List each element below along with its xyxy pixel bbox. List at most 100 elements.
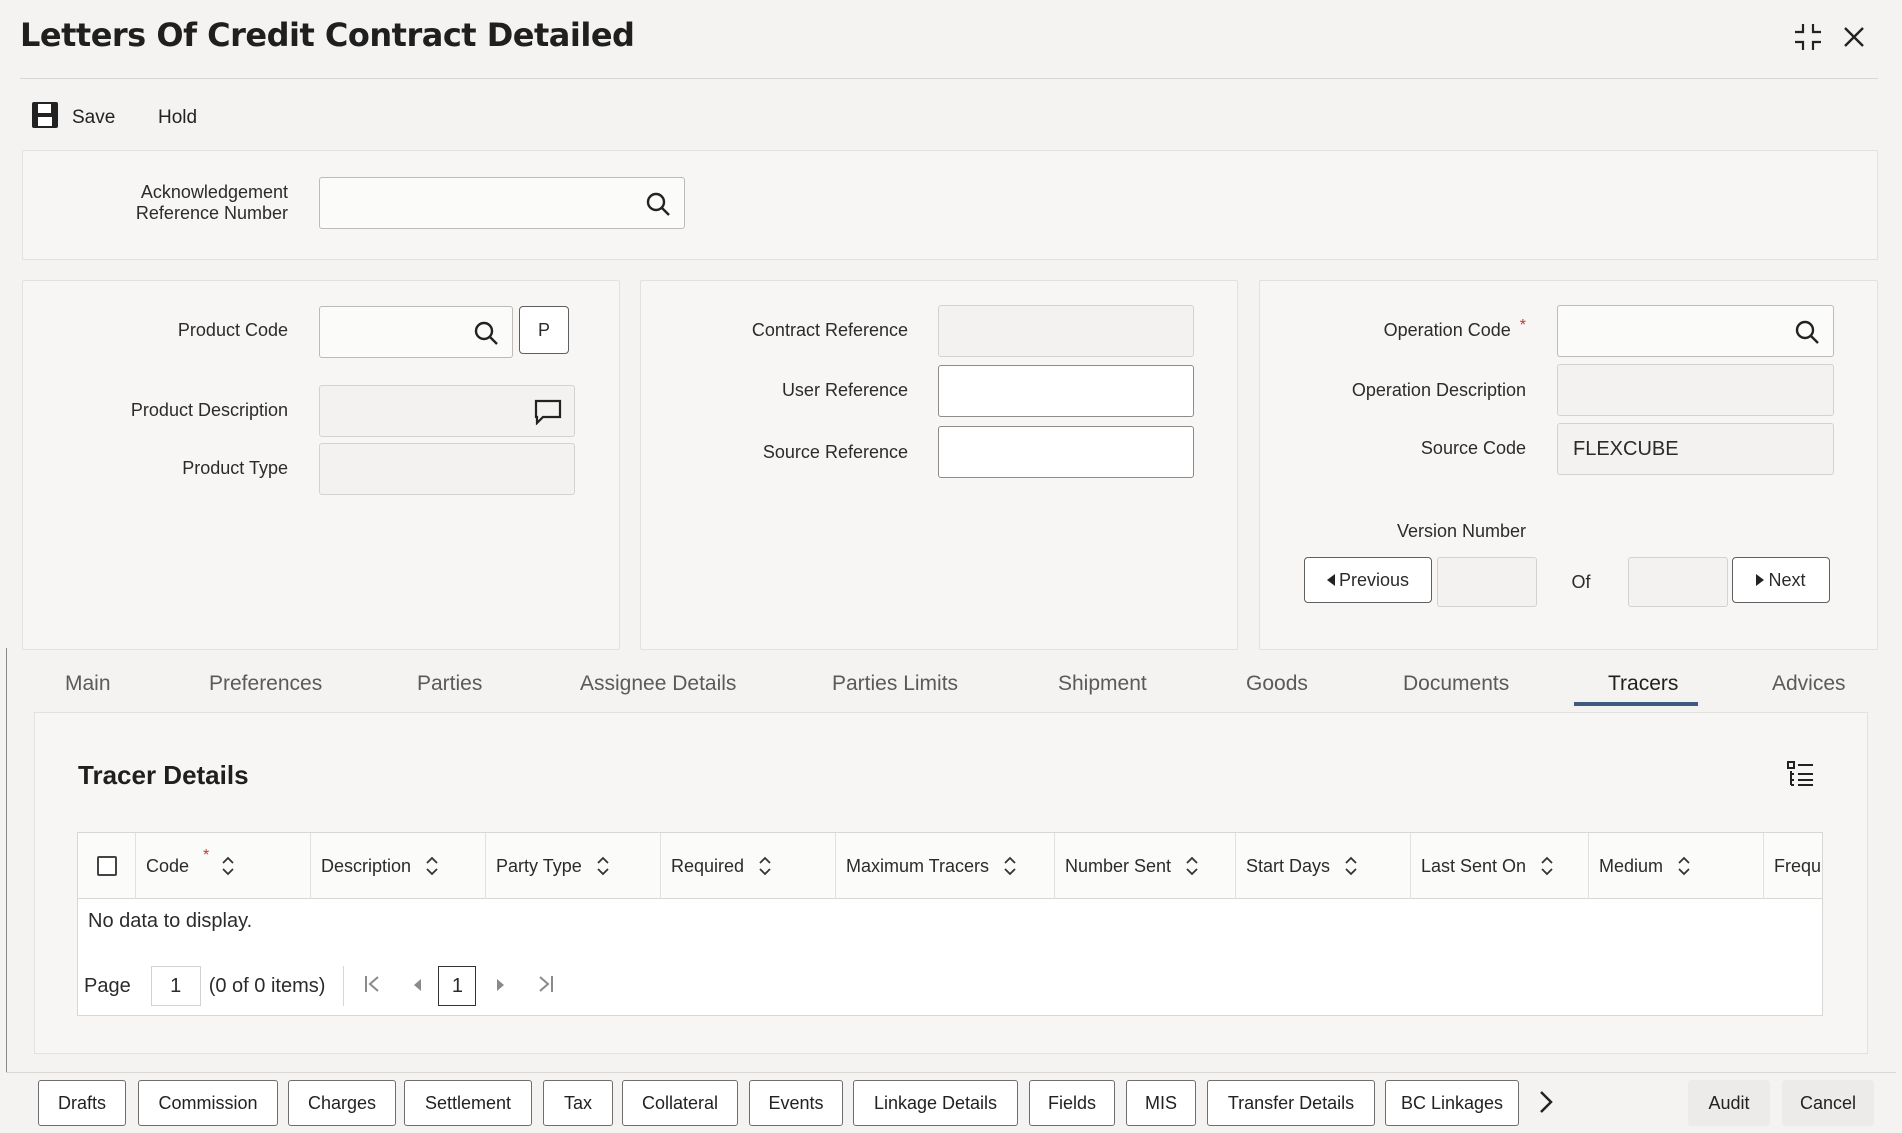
contract-reference-field (938, 305, 1194, 357)
column-code[interactable]: Code * (136, 833, 311, 899)
list-view-icon[interactable] (1786, 760, 1814, 788)
page-label: Page (84, 974, 131, 997)
product-p-button[interactable]: P (519, 306, 569, 354)
chevron-right-icon[interactable] (1538, 1090, 1558, 1116)
bc-linkages-button[interactable]: BC Linkages (1385, 1080, 1519, 1126)
tab-advices[interactable]: Advices (1772, 672, 1846, 696)
column-frequency[interactable]: Frequ (1764, 833, 1822, 899)
previous-button[interactable]: Previous (1304, 557, 1432, 603)
operation-description-field (1557, 364, 1834, 416)
ack-ref-label: Acknowledgement Reference Number (135, 182, 288, 223)
next-button[interactable]: Next (1732, 557, 1830, 603)
previous-page-icon[interactable] (412, 976, 422, 997)
sort-icon[interactable] (1344, 856, 1358, 876)
column-party-type[interactable]: Party Type (486, 833, 661, 899)
pager-divider (343, 966, 345, 1006)
search-icon[interactable] (472, 319, 500, 347)
settlement-button[interactable]: Settlement (404, 1080, 532, 1126)
source-reference-input[interactable] (938, 426, 1194, 478)
sort-icon[interactable] (221, 856, 235, 876)
sort-icon[interactable] (758, 856, 772, 876)
product-description-label: Product Description (130, 400, 288, 420)
tab-main[interactable]: Main (65, 672, 111, 696)
collateral-button[interactable]: Collateral (622, 1080, 738, 1126)
drafts-button[interactable]: Drafts (38, 1080, 126, 1126)
sort-icon[interactable] (1677, 856, 1691, 876)
fields-button[interactable]: Fields (1029, 1080, 1115, 1126)
close-icon[interactable] (1837, 20, 1871, 54)
tab-goods[interactable]: Goods (1246, 672, 1308, 696)
required-mark: * (1519, 317, 1526, 334)
search-icon[interactable] (1793, 318, 1821, 346)
source-code-field: FLEXCUBE (1557, 423, 1834, 475)
sort-icon[interactable] (596, 856, 610, 876)
tab-tracers[interactable]: Tracers (1608, 672, 1678, 696)
ack-ref-input[interactable] (319, 177, 685, 229)
tab-parties-limits[interactable]: Parties Limits (832, 672, 958, 696)
product-type-label: Product Type (182, 458, 288, 478)
hold-button[interactable]: Hold (158, 100, 197, 136)
page-title: Letters Of Credit Contract Detailed (20, 16, 635, 54)
product-description-field (319, 385, 575, 437)
caret-right-icon (1756, 570, 1765, 591)
source-reference-label: Source Reference (762, 442, 908, 462)
left-border-line (6, 648, 7, 1073)
save-button[interactable]: Save (30, 100, 115, 136)
column-medium[interactable]: Medium (1589, 833, 1764, 899)
save-icon (30, 100, 60, 136)
tab-assignee-details[interactable]: Assignee Details (580, 672, 736, 696)
column-description[interactable]: Description (311, 833, 486, 899)
contract-reference-label: Contract Reference (751, 320, 908, 340)
minimize-icon[interactable] (1791, 20, 1825, 54)
of-label: Of (1571, 572, 1591, 592)
sort-icon[interactable] (1185, 856, 1199, 876)
required-mark: * (203, 847, 210, 864)
audit-button[interactable]: Audit (1688, 1080, 1770, 1126)
version-number-label: Version Number (1396, 521, 1526, 541)
tracer-details-title: Tracer Details (78, 760, 249, 790)
cancel-button[interactable]: Cancel (1782, 1080, 1874, 1126)
select-all-checkbox[interactable] (96, 856, 117, 876)
product-code-input[interactable] (319, 306, 513, 358)
column-number-sent[interactable]: Number Sent (1055, 833, 1236, 899)
operation-code-label: Operation Code * (1383, 317, 1526, 340)
hold-label: Hold (158, 107, 198, 128)
version-current-field (1437, 557, 1537, 607)
transfer-details-button[interactable]: Transfer Details (1207, 1080, 1375, 1126)
pagination: Page 1 (0 of 0 items) 1 (84, 966, 554, 1006)
column-maximum-tracers[interactable]: Maximum Tracers (836, 833, 1055, 899)
tab-shipment[interactable]: Shipment (1058, 672, 1147, 696)
last-page-icon[interactable] (538, 975, 554, 998)
footer-divider (6, 1072, 1896, 1073)
sort-icon[interactable] (1003, 856, 1017, 876)
tab-preferences[interactable]: Preferences (209, 672, 322, 696)
no-data-message: No data to display. (88, 910, 253, 932)
events-button[interactable]: Events (749, 1080, 843, 1126)
tab-documents[interactable]: Documents (1403, 672, 1509, 696)
comment-icon[interactable] (534, 398, 562, 426)
current-page-button[interactable]: 1 (438, 966, 477, 1006)
header-divider (20, 78, 1878, 79)
tab-parties[interactable]: Parties (417, 672, 482, 696)
search-icon[interactable] (644, 190, 672, 218)
first-page-icon[interactable] (364, 975, 380, 998)
commission-button[interactable]: Commission (138, 1080, 278, 1126)
grid-header: Code * Description Party Type Required M… (78, 833, 1822, 899)
user-reference-label: User Reference (781, 380, 908, 400)
mis-button[interactable]: MIS (1126, 1080, 1196, 1126)
sort-icon[interactable] (425, 856, 439, 876)
next-page-icon[interactable] (496, 976, 506, 997)
column-start-days[interactable]: Start Days (1236, 833, 1411, 899)
version-total-field (1628, 557, 1728, 607)
select-all-column (78, 833, 136, 899)
user-reference-input[interactable] (938, 365, 1194, 417)
column-last-sent-on[interactable]: Last Sent On (1411, 833, 1589, 899)
linkage-details-button[interactable]: Linkage Details (853, 1080, 1018, 1126)
save-label: Save (72, 107, 116, 128)
sort-icon[interactable] (1540, 856, 1554, 876)
operation-code-input[interactable] (1557, 305, 1834, 357)
tax-button[interactable]: Tax (543, 1080, 613, 1126)
page-input[interactable]: 1 (150, 966, 201, 1006)
charges-button[interactable]: Charges (288, 1080, 396, 1126)
column-required[interactable]: Required (661, 833, 836, 899)
